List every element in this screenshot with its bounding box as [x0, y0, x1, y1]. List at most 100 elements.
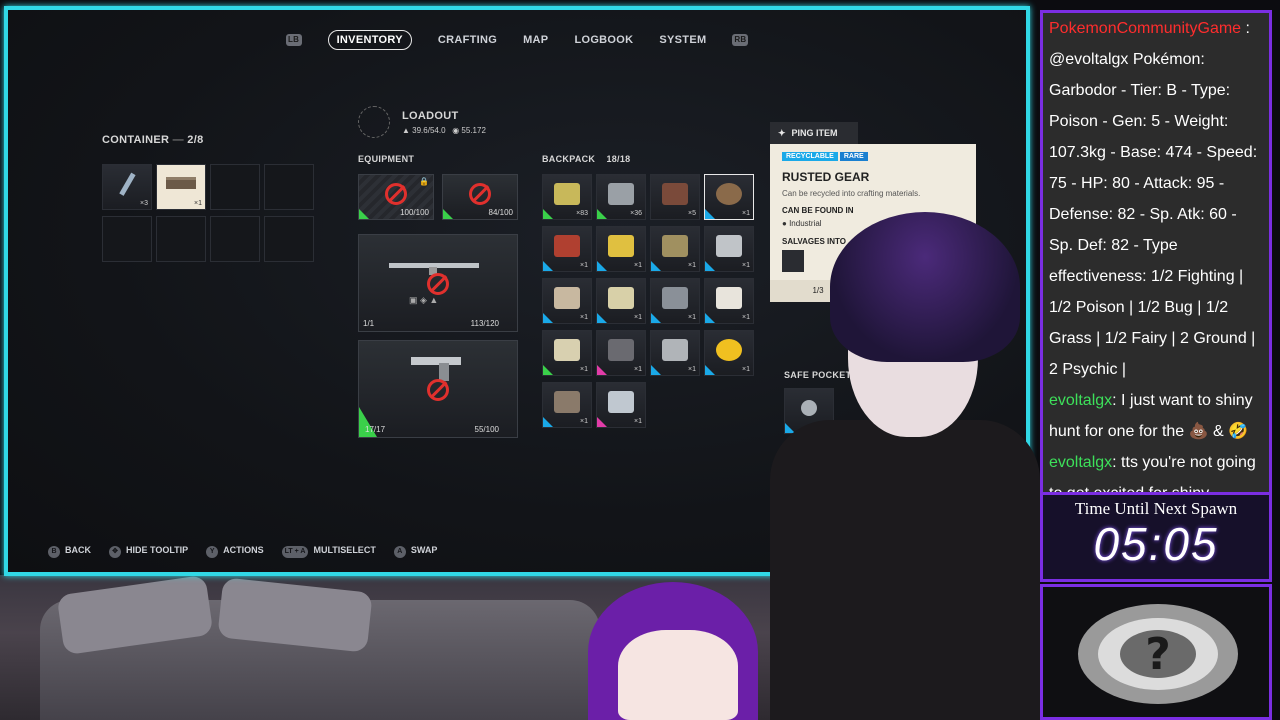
statue-icon	[554, 287, 580, 310]
chat-username: PokemonCommunityGame	[1049, 20, 1242, 37]
rarity-marker	[359, 209, 369, 219]
backpack-slot[interactable]: ×83	[542, 174, 592, 220]
weight-icon: ▲	[402, 126, 410, 135]
document-icon	[608, 287, 634, 310]
salvage-item-icon	[782, 250, 804, 272]
rarity-marker	[651, 313, 661, 323]
timer-value: 05:05	[1093, 518, 1219, 570]
lamp-icon	[608, 339, 634, 362]
chat-message: PokemonCommunityGame : @evoltalgx Pokémo…	[1049, 20, 1258, 378]
rb-bumper-icon[interactable]: RB	[732, 34, 749, 46]
backpack-slot[interactable]: ×1	[650, 278, 700, 324]
coin-icon: ◉	[452, 126, 460, 135]
backpack-slot[interactable]: ×36	[596, 174, 646, 220]
container-slot-empty[interactable]	[264, 164, 314, 210]
tab-inventory[interactable]: INVENTORY	[327, 30, 412, 50]
ping-label: PING ITEM	[791, 128, 838, 138]
controller-button-icon: ✥	[109, 546, 121, 558]
duck-icon	[716, 339, 742, 362]
forbidden-icon	[427, 273, 449, 295]
container-slot[interactable]: ×3	[102, 164, 152, 210]
mystery-pokeball-box: ?	[1040, 584, 1272, 720]
backpack-slot[interactable]: ×1	[542, 226, 592, 272]
slot-quantity: ×1	[634, 262, 642, 269]
backpack-slot[interactable]: ×1	[704, 226, 754, 272]
hint-swap[interactable]: A SWAP	[393, 545, 438, 558]
weapon1-ammo: 1/1	[363, 319, 375, 328]
augment-slot[interactable]: 84/100	[442, 174, 518, 220]
rarity-marker	[543, 209, 553, 219]
backpack-slot[interactable]: ×1	[704, 174, 754, 220]
crate-icon	[166, 177, 196, 190]
chat-message: evoltalgx: tts you're not going to get e…	[1049, 447, 1263, 495]
equipment-label: EQUIPMENT	[358, 154, 415, 164]
backpack-slot[interactable]: ×1	[596, 382, 646, 428]
hint-actions[interactable]: Y ACTIONS	[206, 545, 264, 558]
backpack-slot[interactable]: ×1	[542, 330, 592, 376]
rarity-tag: RARE	[839, 152, 868, 161]
tab-logbook[interactable]: LOGBOOK	[574, 34, 633, 46]
found-value: Industrial	[789, 219, 822, 228]
backpack-slot[interactable]: ×1	[704, 278, 754, 324]
backpack-slot[interactable]: ×1	[704, 330, 754, 376]
weapon1-durability: 113/120	[470, 319, 499, 328]
backpack-label: BACKPACK	[542, 154, 596, 164]
shield-slot[interactable]: 🔒 100/100	[358, 174, 434, 220]
loadout-stats: ▲ 39.6/54.0 ◉ 55.172	[402, 126, 486, 135]
container-slot-empty[interactable]	[264, 216, 314, 262]
hint-hide-tooltip[interactable]: ✥ HIDE TOOLTIP	[109, 545, 188, 558]
found-location: ● Industrial	[782, 219, 822, 228]
shield-durability: 100/100	[400, 208, 429, 217]
slot-quantity: ×3	[140, 200, 148, 207]
backpack-slot[interactable]: ×1	[650, 330, 700, 376]
attachment-icons: ▣ ◈ ▲	[409, 295, 439, 305]
augment-durability: 84/100	[488, 208, 513, 217]
item-description: Can be recycled into crafting materials.	[782, 189, 921, 198]
loadout-title: LOADOUT	[402, 110, 459, 122]
tab-map[interactable]: MAP	[523, 34, 548, 46]
container-slot-selected[interactable]: ×1	[156, 164, 206, 210]
rarity-marker	[705, 261, 715, 271]
hint-back[interactable]: B BACK	[48, 545, 91, 558]
rarity-marker	[705, 365, 715, 375]
backpack-slot[interactable]: ×1	[596, 278, 646, 324]
container-slot-empty[interactable]	[156, 216, 206, 262]
backpack-slot[interactable]: ×5	[650, 174, 700, 220]
container-slot-empty[interactable]	[102, 216, 152, 262]
question-pokeball-icon: ?	[1078, 604, 1238, 704]
spawn-timer: Time Until Next Spawn 05:05	[1040, 492, 1272, 582]
forbidden-icon	[469, 183, 491, 205]
companion-face	[618, 630, 738, 720]
hint-multiselect[interactable]: LT + A MULTISELECT	[281, 545, 376, 558]
backpack-slot[interactable]: ×1	[596, 330, 646, 376]
map-icon	[554, 339, 580, 362]
backpack-slot[interactable]: ×1	[650, 226, 700, 272]
slot-quantity: ×1	[688, 262, 696, 269]
primary-weapon-slot[interactable]: ▣ ◈ ▲ 1/1 113/120	[358, 234, 518, 332]
controller-button-icon: Y	[206, 546, 219, 558]
slot-quantity: ×1	[634, 314, 642, 321]
item-name: RUSTED GEAR	[782, 170, 870, 184]
hint-label: SWAP	[410, 545, 438, 555]
backpack-slot[interactable]: ×1	[596, 226, 646, 272]
controller-hints: B BACK ✥ HIDE TOOLTIP Y ACTIONS LT + A MULTISEL…	[48, 545, 437, 558]
weapon2-ammo: 17/17	[365, 425, 386, 434]
location-icon: ●	[782, 219, 787, 228]
rarity-marker	[543, 313, 553, 323]
secondary-weapon-slot[interactable]: 17/17 55/100	[358, 340, 518, 438]
canister-icon	[554, 235, 580, 258]
safe-pocket-label: SAFE POCKET	[784, 370, 852, 380]
lb-bumper-icon[interactable]: LB	[285, 34, 302, 46]
controller-button-icon: B	[48, 546, 60, 558]
container-slot-empty[interactable]	[210, 216, 260, 262]
rarity-marker	[597, 261, 607, 271]
ping-item-button[interactable]: ✦ PING ITEM	[770, 122, 858, 144]
tab-system[interactable]: SYSTEM	[659, 34, 706, 46]
forbidden-icon	[427, 379, 449, 401]
forbidden-icon	[385, 183, 407, 205]
container-count: 2/8	[187, 134, 204, 146]
backpack-slot[interactable]: ×1	[542, 382, 592, 428]
backpack-slot[interactable]: ×1	[542, 278, 592, 324]
container-slot-empty[interactable]	[210, 164, 260, 210]
tab-crafting[interactable]: CRAFTING	[438, 34, 497, 46]
